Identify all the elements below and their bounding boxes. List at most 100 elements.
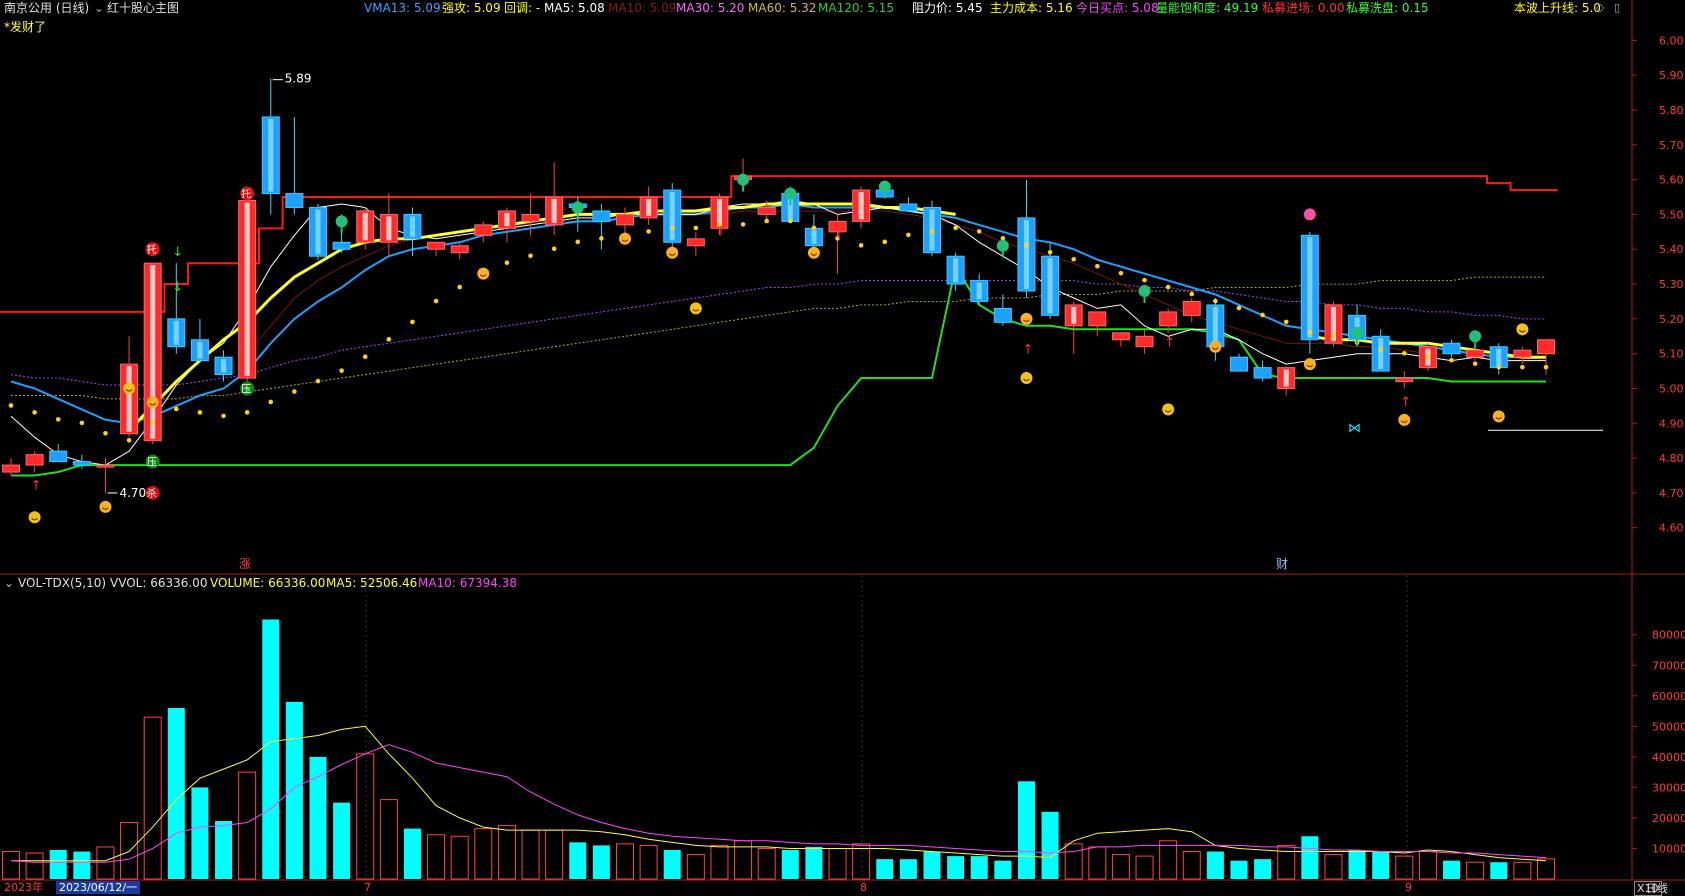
up-arrow-icon: ↑	[1400, 395, 1411, 410]
price-tick-label: 4.90	[1659, 417, 1684, 430]
buy-point-dot	[1260, 312, 1265, 318]
buy-point-dot	[244, 410, 250, 415]
buy-point-dot	[1236, 305, 1242, 311]
buy-point-dot	[79, 420, 85, 426]
candle-highlight	[362, 212, 368, 241]
candle-body-down	[1229, 356, 1249, 372]
candle-body-up	[686, 238, 705, 247]
buy-face-icon	[1020, 312, 1033, 325]
volume-bar-up	[238, 771, 257, 880]
buy-point-dot	[575, 239, 581, 245]
volume-bar-down	[781, 849, 799, 879]
candle-body-up	[521, 213, 540, 222]
buy-point-dot	[1047, 249, 1053, 255]
volume-bar-up	[1088, 846, 1107, 880]
buy-point-dot	[528, 253, 533, 259]
buy-point-dot	[433, 298, 439, 304]
heart-signal-icon	[996, 239, 1009, 252]
candle-body-up	[96, 464, 115, 468]
candle-body-up	[757, 206, 776, 215]
buy-point-dot	[268, 399, 274, 405]
candle-body-down	[1253, 367, 1272, 379]
candle-body-down	[285, 193, 304, 208]
price-tick-label: 5.10	[1659, 348, 1684, 361]
candle-highlight	[126, 366, 132, 432]
up-arrow-icon: ↑	[715, 224, 726, 239]
flower-signal-icon	[1303, 208, 1316, 221]
up-arrow-icon: ↑	[31, 478, 42, 493]
buy-face-icon	[1398, 413, 1411, 426]
heart-signal-icon	[1351, 326, 1364, 339]
high-price-label: 5.89	[285, 72, 312, 86]
buy-point-dot	[197, 410, 203, 415]
buy-point-dot	[929, 229, 935, 234]
candle-highlight	[504, 212, 510, 227]
support-badge-text: 托	[241, 188, 251, 201]
volume-bar-down	[994, 860, 1012, 879]
volume-bar-up	[1064, 843, 1083, 880]
volume-bar-down	[899, 859, 917, 879]
buy-point-dot	[599, 236, 604, 241]
cursor-date-label: 2023/06/12/一	[56, 881, 141, 894]
buy-point-dot	[55, 417, 61, 422]
buy-point-dot	[292, 389, 297, 394]
buy-face-icon	[619, 232, 631, 245]
period-button[interactable]: 日线	[1646, 882, 1668, 895]
candle-highlight	[953, 258, 959, 283]
volume-tick-label: 80000	[1652, 629, 1685, 642]
volume-bar-up	[1324, 854, 1343, 880]
price-volume-chart[interactable]: 6.00 5.90 5.80 5.70 5.60 5.50 5.40 5.30 5.20 5.10…	[0, 0, 1685, 895]
volume-bar-down	[1206, 851, 1224, 879]
volume-bar-down	[1372, 851, 1390, 879]
buy-point-dot	[1307, 330, 1313, 335]
candle-highlight	[1496, 348, 1502, 366]
volume-bar-up	[450, 835, 469, 880]
volume-bar-down	[876, 859, 894, 879]
volume-bar-up	[1, 851, 21, 880]
low-price-label: 4.70	[119, 486, 146, 500]
volume-bar-down	[947, 856, 965, 879]
buy-point-dot	[1024, 243, 1029, 248]
volume-bar-up	[1513, 861, 1532, 880]
candle-body-down	[72, 461, 91, 466]
candle-highlight	[173, 320, 179, 345]
buy-point-dot	[788, 218, 793, 224]
time-axis: 2023年 2023/06/12/一 7 8 9 X10 日线	[0, 880, 1685, 896]
volume-bar-up	[1111, 854, 1130, 880]
candle-body-down	[1442, 342, 1461, 355]
month-label-9: 9	[1405, 881, 1412, 894]
candle-highlight	[1307, 237, 1313, 338]
volume-bar-up	[1159, 840, 1178, 880]
buy-point-dot	[315, 378, 321, 384]
buy-point-dot	[693, 225, 699, 231]
price-tick-label: 5.40	[1659, 243, 1684, 256]
pressure-badge-text: 压	[241, 383, 251, 395]
volume-tick-label: 50000	[1652, 720, 1685, 733]
month-label-8: 8	[860, 881, 867, 894]
candle-highlight	[197, 341, 203, 359]
volume-bar-up	[852, 843, 871, 880]
volume-tick-label: 60000	[1652, 690, 1685, 703]
candle-body-up	[1088, 311, 1107, 327]
volume-bar-down	[805, 846, 823, 879]
candle-body-up	[25, 454, 44, 466]
volume-bar-up	[497, 825, 516, 880]
candle-body-up	[1182, 300, 1201, 316]
volume-bar-up	[686, 854, 705, 880]
price-tick-label: 5.60	[1659, 174, 1684, 187]
candle-body-up	[1513, 349, 1532, 358]
volume-bar-down	[49, 849, 67, 879]
candle-highlight	[1071, 306, 1077, 324]
candle-body-up	[1111, 332, 1130, 341]
candle-highlight	[976, 282, 982, 300]
buy-face-icon	[99, 500, 112, 513]
volume-bar-up	[427, 834, 446, 880]
buy-point-dot	[740, 222, 746, 227]
candle-body-up	[1395, 377, 1414, 383]
buy-point-dot	[1189, 291, 1195, 297]
candle-highlight	[1378, 338, 1384, 370]
buy-point-dot	[646, 229, 651, 234]
volume-bar-down	[1017, 781, 1035, 879]
buy-point-dot	[126, 437, 132, 443]
buy-point-dot	[976, 229, 982, 234]
